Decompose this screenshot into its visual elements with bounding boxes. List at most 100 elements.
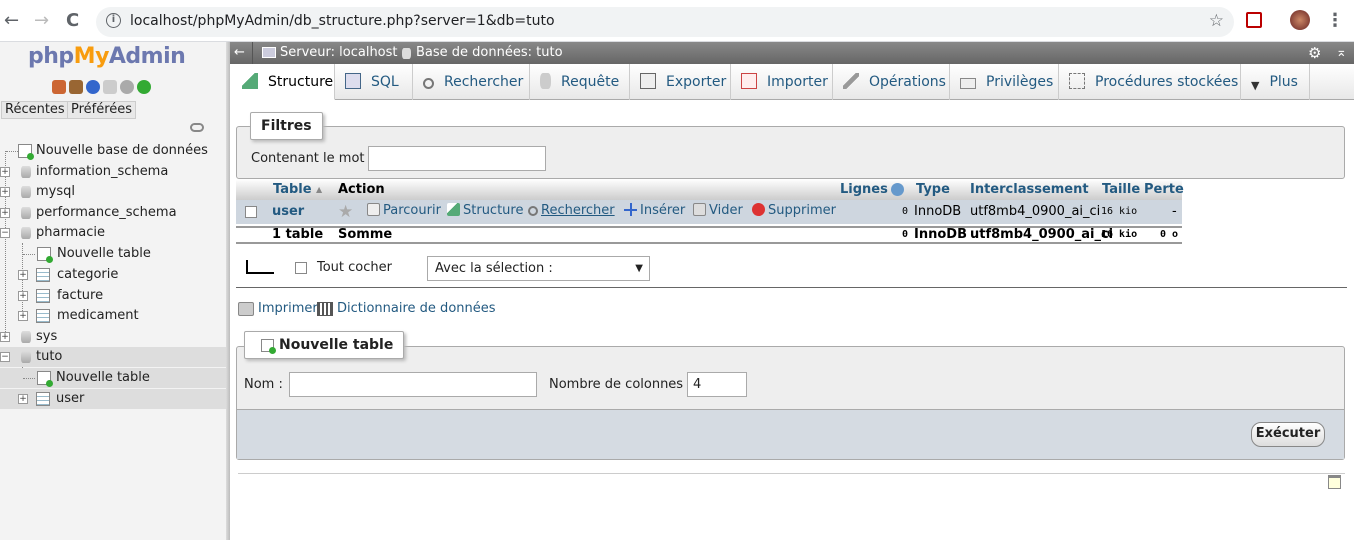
tree-db-pharmacie[interactable]: − pharmacie xyxy=(0,223,229,243)
tree-table-user[interactable]: + user xyxy=(0,389,229,409)
favorite-star-icon[interactable]: ★ xyxy=(338,200,353,225)
help-icon[interactable] xyxy=(86,80,100,94)
browser-toolbar: ← → C i localhost/phpMyAdmin/db_structur… xyxy=(0,0,1354,42)
tab-sql[interactable]: SQL xyxy=(335,64,413,100)
database-icon xyxy=(21,227,31,239)
check-all-checkbox[interactable] xyxy=(295,262,307,274)
home-icon[interactable] xyxy=(52,80,66,94)
expand-icon: + xyxy=(0,167,10,177)
recent-button[interactable]: Récentes xyxy=(1,101,69,119)
tree-pharmacie-new-table[interactable]: Nouvelle table xyxy=(0,244,229,264)
column-overhead[interactable]: Perte xyxy=(1144,179,1184,200)
url-text: localhost/phpMyAdmin/db_structure.php?se… xyxy=(130,13,555,29)
phpmyadmin-logo[interactable]: phpMyAdmin xyxy=(28,44,186,69)
favorites-button[interactable]: Préférées xyxy=(67,101,137,119)
tab-operations[interactable]: Opérations xyxy=(833,64,950,100)
column-collation[interactable]: Interclassement xyxy=(970,179,1089,200)
collapse-sidebar-icon[interactable]: ← xyxy=(234,42,250,64)
reload-icon[interactable] xyxy=(137,80,151,94)
logout-icon[interactable] xyxy=(69,80,83,94)
with-selected-dropdown[interactable]: Avec la sélection : ▼ xyxy=(427,256,650,281)
expand-icon: + xyxy=(0,208,10,218)
browse-action[interactable]: Parcourir xyxy=(367,199,441,223)
tab-search[interactable]: Rechercher xyxy=(413,64,530,100)
tab-query[interactable]: Requête xyxy=(530,64,630,100)
breadcrumb-database[interactable]: Base de données: tuto xyxy=(416,42,563,64)
tree-db-information-schema[interactable]: + information_schema xyxy=(0,162,229,182)
row-checkbox[interactable] xyxy=(245,206,257,218)
bookmark-star-icon[interactable]: ☆ xyxy=(1209,11,1224,31)
structure-action[interactable]: Structure xyxy=(447,199,523,223)
table-header: Table ▲ Action Lignes Type Interclasseme… xyxy=(236,179,1184,200)
privileges-icon xyxy=(960,78,976,89)
tab-privileges[interactable]: Privilèges xyxy=(950,64,1059,100)
execute-button[interactable]: Exécuter xyxy=(1251,422,1325,447)
link-icon[interactable] xyxy=(190,123,204,132)
address-bar[interactable]: i localhost/phpMyAdmin/db_structure.php?… xyxy=(96,7,1234,37)
column-rows[interactable]: Lignes xyxy=(840,179,888,200)
documentation-icon[interactable] xyxy=(103,80,117,94)
empty-action[interactable]: Vider xyxy=(693,199,743,223)
tab-import[interactable]: Importer xyxy=(731,64,833,100)
tree-db-sys[interactable]: + sys xyxy=(0,327,229,347)
columns-count-input[interactable]: 4 xyxy=(687,372,747,397)
tab-export[interactable]: Exporter xyxy=(630,64,731,100)
insert-action[interactable]: Insérer xyxy=(624,199,685,223)
breadcrumb-server[interactable]: Serveur: localhost » xyxy=(280,42,410,64)
column-type[interactable]: Type xyxy=(916,179,950,200)
new-table-icon xyxy=(261,339,276,354)
tree-table-categorie[interactable]: + categorie xyxy=(0,265,229,285)
tree-db-mysql[interactable]: + mysql xyxy=(0,182,229,202)
filter-input[interactable] xyxy=(368,146,546,171)
column-table[interactable]: Table xyxy=(273,179,312,200)
print-link[interactable]: Imprimer xyxy=(258,301,318,316)
footer-count: 1 table xyxy=(272,227,324,242)
forward-button[interactable]: → xyxy=(34,10,49,32)
table-icon xyxy=(36,309,50,323)
footer-rows: 0 xyxy=(902,229,909,240)
row-engine: InnoDB xyxy=(914,204,962,219)
database-icon xyxy=(21,331,31,343)
collapse-up-icon[interactable]: ⌅ xyxy=(1336,42,1347,64)
tree-db-performance-schema[interactable]: + performance_schema xyxy=(0,203,229,223)
table-name-link[interactable]: user xyxy=(272,200,304,224)
tree-table-facture[interactable]: + facture xyxy=(0,286,229,306)
footer-size: 16 kio xyxy=(1101,229,1138,240)
menu-icon[interactable]: ⋮ xyxy=(1326,10,1344,32)
tab-more[interactable]: ▼ Plus xyxy=(1241,64,1310,100)
profile-avatar[interactable] xyxy=(1290,10,1310,30)
tab-structure[interactable]: Structure xyxy=(232,64,335,100)
tree-tuto-new-table[interactable]: Nouvelle table xyxy=(0,368,229,388)
tree-db-tuto[interactable]: − tuto xyxy=(0,347,229,367)
tree-table-medicament[interactable]: + medicament xyxy=(0,306,229,326)
drop-action[interactable]: Supprimer xyxy=(752,199,836,223)
column-size[interactable]: Taille xyxy=(1102,179,1140,200)
filter-label: Contenant le mot : xyxy=(251,151,374,166)
check-all-label[interactable]: Tout cocher xyxy=(317,260,392,275)
row-collation: utf8mb4_0900_ai_ci xyxy=(970,204,1101,219)
dictionary-icon[interactable] xyxy=(317,302,333,316)
back-button[interactable]: ← xyxy=(4,10,19,32)
columns-label: Nombre de colonnes : xyxy=(549,377,692,392)
structure-icon xyxy=(242,73,258,89)
table-name-input[interactable] xyxy=(289,372,537,397)
footer-overhead: 0 o xyxy=(1160,229,1179,240)
structure-icon xyxy=(447,203,460,216)
extension-icon[interactable] xyxy=(1246,12,1262,28)
tab-stored-procedures[interactable]: Procédures stockées xyxy=(1059,64,1241,100)
sql-icon xyxy=(345,73,361,89)
tree-new-database[interactable]: Nouvelle base de données xyxy=(0,141,229,161)
row-size[interactable]: 16 kio xyxy=(1101,200,1137,224)
help-icon[interactable] xyxy=(891,183,904,196)
settings-icon[interactable] xyxy=(120,80,134,94)
settings-gear-icon[interactable]: ⚙ xyxy=(1308,42,1321,64)
sort-asc-icon[interactable]: ▲ xyxy=(316,179,322,200)
footer-engine: InnoDB xyxy=(914,227,967,242)
search-action[interactable]: Rechercher xyxy=(528,199,615,223)
data-dictionary-link[interactable]: Dictionnaire de données xyxy=(337,301,496,316)
info-icon[interactable]: i xyxy=(106,13,121,28)
empty-icon xyxy=(693,203,706,216)
reload-button[interactable]: C xyxy=(66,10,79,32)
print-icon[interactable] xyxy=(238,302,254,316)
console-icon[interactable] xyxy=(1328,475,1341,489)
